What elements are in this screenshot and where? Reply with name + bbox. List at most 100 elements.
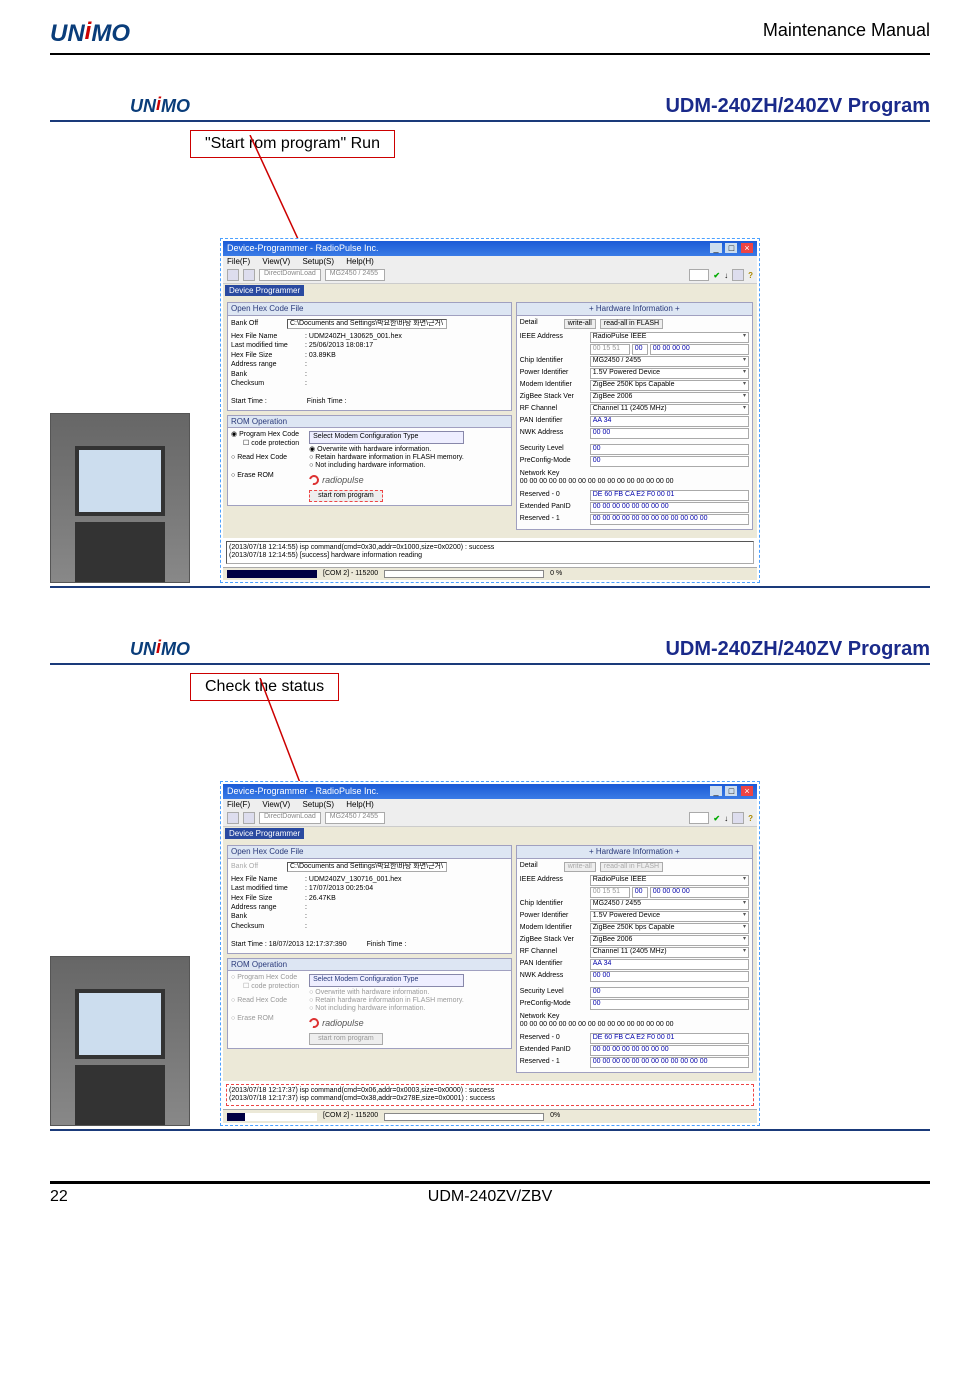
- detail-select[interactable]: Detail: [520, 862, 560, 872]
- hw-row-label: PAN Identifier: [520, 417, 588, 425]
- mct-overwrite-radio[interactable]: ◉ Overwrite with hardware information.: [309, 446, 464, 454]
- size-label: Hex File Size: [231, 895, 301, 903]
- hw-row-value[interactable]: 1.5V Powered Device: [590, 911, 749, 922]
- hw-row-value[interactable]: AA 34: [590, 959, 749, 970]
- netkey-value[interactable]: 00 00 00 00 00 00 00 00 00 00 00 00 00 0…: [520, 1021, 749, 1029]
- hw-row-value[interactable]: Channel 11 (2405 MHz): [590, 947, 749, 958]
- hw-row-value[interactable]: 1.5V Powered Device: [590, 368, 749, 379]
- ieee-select[interactable]: RadioPulse IEEE: [590, 332, 749, 343]
- hw-row-label: RF Channel: [520, 405, 588, 413]
- left-pane: Open Hex Code File Bank Off C:\Documents…: [227, 302, 512, 534]
- check-icon[interactable]: ✔: [713, 271, 720, 281]
- start-rom-button: start rom program: [309, 1033, 383, 1045]
- file-path[interactable]: C:\Documents and Settings\박요한\바탕 화면\근거\: [287, 862, 447, 872]
- device-programmer-tab[interactable]: Device Programmer: [225, 828, 304, 839]
- hw-row-label: Modem Identifier: [520, 924, 588, 932]
- write-all-button[interactable]: write-all: [564, 319, 596, 329]
- hw-row-value[interactable]: MG2450 / 2455: [590, 356, 749, 367]
- erase-rom-radio[interactable]: ○ Erase ROM: [231, 472, 299, 480]
- hw-row-value[interactable]: ZigBee 250K bps Capable: [590, 380, 749, 391]
- mct-notinc-radio[interactable]: ○ Not including hardware information.: [309, 462, 464, 470]
- netkey-value[interactable]: 00 00 00 00 00 00 00 00 00 00 00 00 00 0…: [520, 478, 749, 486]
- help-icon[interactable]: ?: [748, 271, 753, 281]
- pre-value[interactable]: 00: [590, 999, 749, 1010]
- menu-view[interactable]: View(V): [262, 257, 290, 266]
- program-hex-radio[interactable]: ◉ Program Hex Code: [231, 431, 299, 439]
- toolbar-drop[interactable]: [689, 812, 709, 824]
- section1-bottom-rule: [50, 586, 930, 588]
- window-body: Open Hex Code File Bank Off C:\Documents…: [223, 841, 757, 1081]
- save-icon[interactable]: [243, 269, 255, 281]
- code-protection-check[interactable]: ☐ code protection: [243, 440, 299, 448]
- menu-help[interactable]: Help(H): [346, 800, 374, 809]
- log-line-0: (2013/07/18 12:17:37) isp command(cmd=0x…: [229, 1087, 751, 1095]
- menu-setup[interactable]: Setup(S): [302, 800, 334, 809]
- menu-setup[interactable]: Setup(S): [302, 257, 334, 266]
- reload-icon[interactable]: [732, 269, 744, 281]
- down-arrow-icon[interactable]: ↓: [724, 271, 728, 281]
- hw-row-value[interactable]: 00 00: [590, 428, 749, 439]
- read-hex-radio[interactable]: ○ Read Hex Code: [231, 454, 299, 462]
- device-programmer-tab[interactable]: Device Programmer: [225, 285, 304, 296]
- menu-file[interactable]: File(F): [227, 800, 250, 809]
- close-icon[interactable]: ×: [741, 786, 753, 796]
- res1-value[interactable]: 00 00 00 00 00 00 00 00 00 00 00 00: [590, 514, 749, 525]
- ieee-hex3[interactable]: 00 00 00 00: [650, 344, 749, 355]
- toolbar: DirectDownLoad MG2450 / 2455 ✔ ↓ ?: [223, 810, 757, 827]
- pc-monitor-icon: [75, 989, 165, 1059]
- hw-row-value[interactable]: ZigBee 2006: [590, 392, 749, 403]
- chip-select[interactable]: MG2450 / 2455: [325, 812, 385, 824]
- chip-select[interactable]: MG2450 / 2455: [325, 269, 385, 281]
- mode-select[interactable]: DirectDownLoad: [259, 269, 321, 281]
- ieee-hex3[interactable]: 00 00 00 00: [650, 887, 749, 898]
- hw-row-value[interactable]: ZigBee 2006: [590, 935, 749, 946]
- bank-select[interactable]: Bank Off: [231, 863, 271, 871]
- file-path[interactable]: C:\Documents and Settings\박요한\바탕 화면\근거\: [287, 319, 447, 329]
- res0-value[interactable]: DE 60 FB CA E2 F0 00 01: [590, 490, 749, 501]
- open-icon[interactable]: [227, 269, 239, 281]
- minimize-icon[interactable]: _: [710, 786, 722, 796]
- mode-select[interactable]: DirectDownLoad: [259, 812, 321, 824]
- start-rom-button[interactable]: start rom program: [309, 490, 383, 502]
- hw-row-value[interactable]: Channel 11 (2405 MHz): [590, 404, 749, 415]
- open-icon[interactable]: [227, 812, 239, 824]
- hw-row-value[interactable]: AA 34: [590, 416, 749, 427]
- title-bar[interactable]: Device-Programmer - RadioPulse Inc. _ □ …: [223, 241, 757, 256]
- maximize-icon[interactable]: □: [725, 243, 737, 253]
- menu-help[interactable]: Help(H): [346, 257, 374, 266]
- menu-file[interactable]: File(F): [227, 257, 250, 266]
- read-all-button[interactable]: read-all in FLASH: [600, 319, 663, 329]
- mct-retain-radio[interactable]: ○ Retain hardware information in FLASH m…: [309, 454, 464, 462]
- pre-value[interactable]: 00: [590, 456, 749, 467]
- save-icon[interactable]: [243, 812, 255, 824]
- pre-label: PreConfig-Mode: [520, 457, 588, 465]
- sec-value[interactable]: 00: [590, 444, 749, 455]
- check-icon[interactable]: ✔: [713, 814, 720, 824]
- menu-view[interactable]: View(V): [262, 800, 290, 809]
- detail-select[interactable]: Detail: [520, 319, 560, 329]
- res0-value[interactable]: DE 60 FB CA E2 F0 00 01: [590, 1033, 749, 1044]
- toolbar-drop[interactable]: [689, 269, 709, 281]
- ext-value[interactable]: 00 00 00 00 00 00 00 00: [590, 502, 749, 513]
- help-icon[interactable]: ?: [748, 814, 753, 824]
- device-programmer-window-2: Device-Programmer - RadioPulse Inc. _ □ …: [220, 781, 760, 1126]
- ieee-hex2[interactable]: 00: [632, 344, 648, 355]
- ieee-select[interactable]: RadioPulse IEEE: [590, 875, 749, 886]
- res1-value[interactable]: 00 00 00 00 00 00 00 00 00 00 00 00: [590, 1057, 749, 1068]
- minimize-icon[interactable]: _: [710, 243, 722, 253]
- down-arrow-icon[interactable]: ↓: [724, 814, 728, 824]
- sec-value[interactable]: 00: [590, 987, 749, 998]
- mct-retain-radio: ○ Retain hardware information in FLASH m…: [309, 997, 464, 1005]
- page-number: 22: [50, 1188, 68, 1206]
- hw-row-value[interactable]: 00 00: [590, 971, 749, 982]
- rom-operation-panel: ROM Operation ◉ Program Hex Code ☐ code …: [227, 415, 512, 506]
- title-bar[interactable]: Device-Programmer - RadioPulse Inc. _ □ …: [223, 784, 757, 799]
- hw-row-value[interactable]: ZigBee 250K bps Capable: [590, 923, 749, 934]
- maximize-icon[interactable]: □: [725, 786, 737, 796]
- close-icon[interactable]: ×: [741, 243, 753, 253]
- ieee-hex2[interactable]: 00: [632, 887, 648, 898]
- reload-icon[interactable]: [732, 812, 744, 824]
- ext-value[interactable]: 00 00 00 00 00 00 00 00: [590, 1045, 749, 1056]
- hw-row-value[interactable]: MG2450 / 2455: [590, 899, 749, 910]
- bank-select[interactable]: Bank Off: [231, 320, 271, 328]
